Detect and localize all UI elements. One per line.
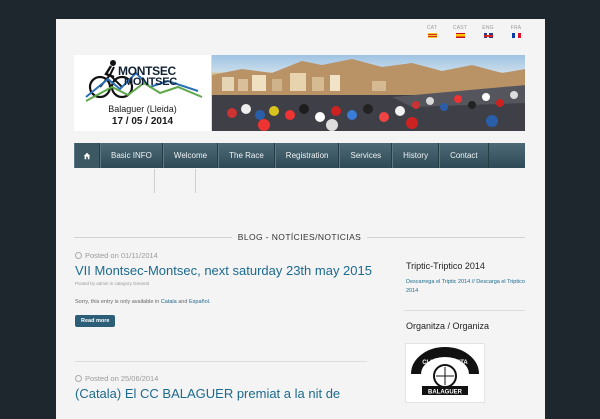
blog-post: Posted on 25/06/2014 (Catala) El CC BALA… bbox=[75, 374, 375, 402]
lang-fra[interactable]: FRA bbox=[507, 25, 525, 38]
lang-code: CAT bbox=[426, 25, 438, 31]
nav-basic-info[interactable]: Basic INFO bbox=[100, 143, 163, 168]
post-meta: Posted on 01/11/2014 bbox=[75, 251, 375, 260]
logo-title-2: MONTSEC bbox=[124, 76, 177, 88]
post-author: Posted by admin in category General bbox=[75, 281, 150, 286]
excerpt-text: Sorry, this entry is only available in bbox=[75, 299, 160, 305]
nav-history[interactable]: History bbox=[392, 143, 440, 168]
blog-post: Posted on 01/11/2014 VII Montsec-Montsec… bbox=[75, 251, 375, 327]
sidebar: Triptic-Triptico 2014 Descarrega el Trip… bbox=[390, 253, 525, 403]
post-divider bbox=[75, 361, 367, 362]
widget-title-organizer: Organitza / Organiza bbox=[406, 321, 490, 331]
nav-the-race[interactable]: The Race bbox=[218, 143, 275, 168]
link-catala[interactable]: Catala bbox=[161, 299, 177, 305]
lang-code: CAST bbox=[452, 25, 468, 31]
main-nav: Basic INFO Welcome The Race Registration… bbox=[74, 143, 525, 168]
divider bbox=[367, 236, 526, 238]
header-photo bbox=[212, 55, 525, 131]
france-flag-icon[interactable] bbox=[511, 33, 521, 38]
lang-cat[interactable]: CAT bbox=[423, 25, 441, 38]
excerpt-suffix: . bbox=[208, 299, 211, 305]
home-icon bbox=[83, 152, 91, 160]
nav-divider bbox=[154, 169, 155, 193]
spain-flag-icon[interactable] bbox=[455, 33, 465, 38]
widget-divider bbox=[404, 310, 525, 311]
header-banner: MONTSEC MONTSEC Balaguer (Lleida) 17 / 0… bbox=[74, 55, 525, 131]
uk-flag-icon[interactable] bbox=[483, 33, 493, 38]
link-espanol[interactable]: Español bbox=[189, 299, 209, 305]
post-date: Posted on 25/06/2014 bbox=[85, 374, 159, 383]
nav-home[interactable] bbox=[74, 143, 100, 168]
triptic-download-link[interactable]: Descarrega el Triptic 2014 // Descarga e… bbox=[390, 278, 525, 296]
catalonia-flag-icon[interactable] bbox=[427, 33, 437, 38]
section-heading: BLOG - NOTÍCIES/NOTICIAS bbox=[74, 229, 526, 245]
logo-place: Balaguer (Lleida) bbox=[108, 104, 177, 114]
post-title[interactable]: VII Montsec-Montsec, next saturday 23th … bbox=[75, 263, 375, 279]
excerpt-and: and bbox=[178, 299, 188, 305]
nav-registration[interactable]: Registration bbox=[274, 143, 340, 168]
divider bbox=[74, 236, 232, 238]
race-photo-illustration bbox=[212, 59, 525, 131]
lang-eng[interactable]: ENG bbox=[479, 25, 497, 38]
nav-welcome[interactable]: Welcome bbox=[162, 143, 219, 168]
post-date: Posted on 01/11/2014 bbox=[85, 251, 158, 260]
clock-icon bbox=[75, 252, 82, 259]
post-meta: Posted on 25/06/2014 bbox=[75, 374, 375, 383]
post-excerpt: Sorry, this entry is only available in C… bbox=[75, 299, 375, 305]
read-more-button[interactable]: Read more bbox=[75, 315, 116, 327]
logo-date: 17 / 05 / 2014 bbox=[111, 116, 174, 127]
site-logo[interactable]: MONTSEC MONTSEC Balaguer (Lleida) 17 / 0… bbox=[74, 55, 212, 131]
nav-contact[interactable]: Contact bbox=[439, 143, 489, 168]
section-title: BLOG - NOTÍCIES/NOTICIAS bbox=[237, 232, 362, 242]
club-emblem-icon: CLUB CICLISTA BALAGUER bbox=[411, 347, 479, 396]
language-switcher: CAT CAST ENG FRA bbox=[423, 25, 525, 38]
nav-divider bbox=[195, 169, 196, 193]
page-container: CAT CAST ENG FRA MONTSEC MONTSEC Balague… bbox=[56, 19, 545, 419]
lang-code: FRA bbox=[510, 25, 522, 31]
nav-services[interactable]: Services bbox=[339, 143, 393, 168]
lang-code: ENG bbox=[482, 25, 494, 31]
club-logo[interactable]: CLUB CICLISTA BALAGUER bbox=[405, 343, 485, 403]
widget-title-triptic: Triptic-Triptico 2014 bbox=[406, 261, 485, 271]
club-text-2: BALAGUER bbox=[428, 390, 463, 396]
lang-cast[interactable]: CAST bbox=[451, 25, 469, 38]
clock-icon bbox=[75, 375, 82, 382]
